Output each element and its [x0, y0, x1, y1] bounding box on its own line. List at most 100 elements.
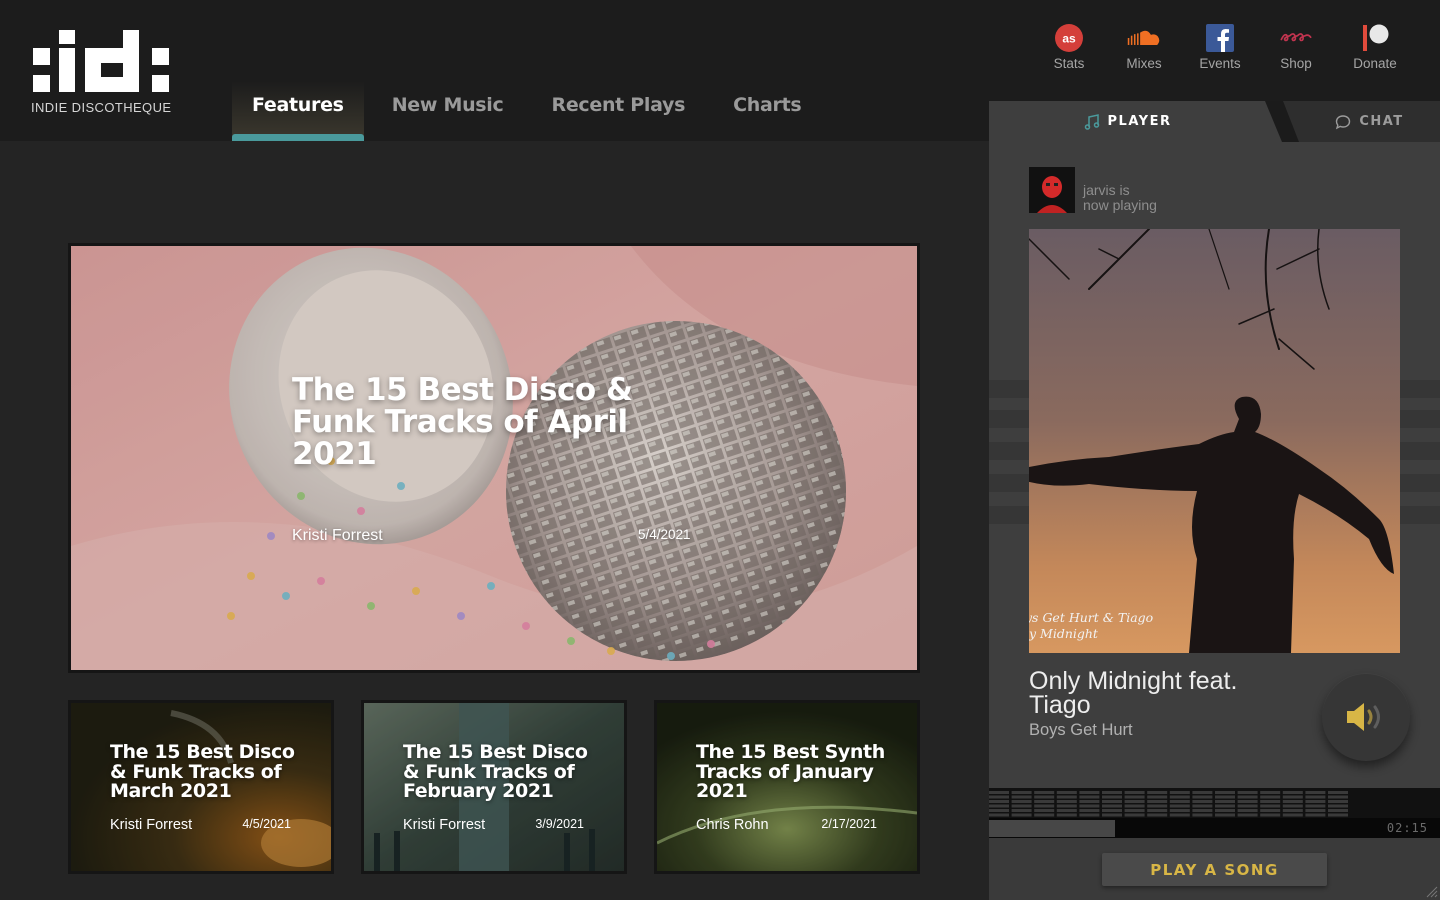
social-events[interactable]: Events — [1182, 22, 1258, 71]
visualizer-bar — [1260, 809, 1281, 812]
article-card-author: Kristi Forrest — [110, 817, 193, 833]
logo[interactable]: INDIE DISCOTHEQUE — [30, 30, 175, 120]
article-card-date: 2/17/2021 — [821, 817, 877, 831]
avatar-image — [1029, 167, 1075, 213]
visualizer-bar — [1237, 809, 1258, 812]
nav-new-music-label: New Music — [391, 94, 504, 116]
visualizer-bar — [1124, 791, 1145, 794]
visualizer-bar — [1215, 800, 1235, 803]
volume-button[interactable] — [1322, 673, 1410, 761]
visualizer-bar — [1011, 800, 1032, 803]
app-root: INDIE DISCOTHEQUE Features New Music Rec… — [0, 0, 1440, 900]
track-progress-fill — [989, 820, 1115, 837]
visualizer-bar — [1056, 800, 1077, 803]
tab-player[interactable]: PLAYER — [989, 101, 1282, 142]
visualizer-bar — [1147, 800, 1168, 803]
social-donate[interactable]: Donate — [1337, 22, 1413, 71]
now-playing-status: now playing — [1083, 197, 1157, 213]
visualizer-bar — [1124, 813, 1145, 817]
nav-recent-plays-label: Recent Plays — [551, 94, 686, 116]
nav-features[interactable]: Features — [232, 80, 364, 141]
featured-article-date: 5/4/2021 — [638, 527, 691, 542]
featured-article[interactable]: The 15 Best Disco & Funk Tracks of April… — [68, 243, 920, 673]
social-stats[interactable]: as Stats — [1031, 22, 1107, 71]
tab-player-label: PLAYER — [1107, 114, 1172, 129]
visualizer-bar — [1079, 804, 1100, 808]
social-shop[interactable]: Shop — [1258, 22, 1334, 71]
visualizer-bar — [1260, 804, 1281, 808]
track-artist: Boys Get Hurt — [1029, 721, 1133, 739]
visualizer-bar — [1011, 791, 1032, 794]
play-a-song-button[interactable]: PLAY A SONG — [1102, 853, 1327, 886]
music-note-icon — [1084, 113, 1099, 130]
visualizer-bar — [1305, 804, 1326, 808]
listener-name: jarvis is — [1083, 182, 1130, 198]
visualizer-bar — [1169, 795, 1190, 799]
visualizer-bar — [1237, 791, 1258, 794]
article-card-date: 3/9/2021 — [535, 817, 584, 831]
article-card-title: The 15 Best Disco & Funk Tracks of Febru… — [403, 741, 588, 802]
visualizer-bar — [1079, 791, 1100, 794]
visualizer-bar — [1102, 809, 1122, 812]
visualizer-bar — [1056, 804, 1077, 808]
visualizer-bar — [1056, 795, 1077, 799]
article-card[interactable]: The 15 Best Disco & Funk Tracks of March… — [68, 700, 334, 874]
visualizer-bar — [989, 813, 1009, 817]
svg-text:as: as — [1062, 32, 1076, 46]
visualizer-bar — [1034, 809, 1055, 812]
featured-article-title: The 15 Best Disco & Funk Tracks of April… — [292, 372, 633, 472]
patreon-icon — [1363, 24, 1389, 51]
visualizer-bar — [1282, 800, 1303, 803]
social-donate-label: Donate — [1353, 56, 1397, 71]
visualizer-bar — [989, 795, 1009, 799]
visualizer-bar — [1192, 809, 1213, 812]
nav-charts[interactable]: Charts — [713, 80, 821, 141]
player-body: jarvis is now playing ys Get Hurt & Tiag… — [989, 142, 1440, 788]
track-progress-bar[interactable]: 02:15 — [989, 818, 1440, 838]
speaker-volume-icon — [1347, 703, 1380, 731]
audio-visualizer — [989, 788, 1440, 818]
article-card[interactable]: The 15 Best Synth Tracks of January 2021… — [654, 700, 920, 874]
nav-new-music[interactable]: New Music — [372, 80, 524, 141]
visualizer-bar — [1328, 804, 1348, 808]
bandcamp-shop-icon — [1280, 33, 1312, 42]
social-mixes[interactable]: Mixes — [1106, 22, 1182, 71]
visualizer-bar — [1124, 800, 1145, 803]
visualizer-bar — [1215, 809, 1235, 812]
visualizer-bar — [1034, 800, 1055, 803]
resize-handle-icon[interactable] — [1426, 886, 1438, 898]
article-card[interactable]: The 15 Best Disco & Funk Tracks of Febru… — [361, 700, 627, 874]
visualizer-bar — [1282, 795, 1303, 799]
article-card-author: Kristi Forrest — [403, 817, 486, 833]
listener-avatar[interactable] — [1029, 167, 1075, 213]
nav-recent-plays[interactable]: Recent Plays — [531, 80, 705, 141]
visualizer-bar — [1328, 791, 1348, 794]
visualizer-bar — [1102, 795, 1122, 799]
visualizer-bar — [1282, 813, 1303, 817]
visualizer-bar — [1056, 791, 1077, 794]
visualizer-bar — [1215, 813, 1235, 817]
visualizer-bar — [1305, 800, 1326, 803]
visualizer-bar — [1169, 791, 1190, 794]
social-events-label: Events — [1199, 56, 1241, 71]
visualizer-bar — [1011, 813, 1032, 817]
visualizer-bar — [1147, 813, 1168, 817]
visualizer-bar — [1102, 800, 1122, 803]
visualizer-bar — [1079, 800, 1100, 803]
visualizer-bar — [1079, 795, 1100, 799]
social-stats-label: Stats — [1053, 56, 1085, 71]
featured-article-author: Kristi Forrest — [292, 527, 383, 544]
main-nav: Features New Music Recent Plays Charts — [232, 80, 821, 141]
visualizer-bar — [1237, 813, 1258, 817]
soundcloud-icon — [1127, 30, 1160, 45]
visualizer-bar — [1237, 795, 1258, 799]
visualizer-bar — [1147, 809, 1168, 812]
tab-chat[interactable]: CHAT — [1283, 101, 1440, 142]
visualizer-bar — [1169, 813, 1190, 817]
visualizer-bar — [989, 800, 1009, 803]
visualizer-bar — [1237, 800, 1258, 803]
visualizer-bar — [1056, 813, 1077, 817]
visualizer-bar — [1305, 791, 1326, 794]
visualizer-bar — [1215, 791, 1235, 794]
article-card-title: The 15 Best Disco & Funk Tracks of March… — [110, 741, 295, 802]
